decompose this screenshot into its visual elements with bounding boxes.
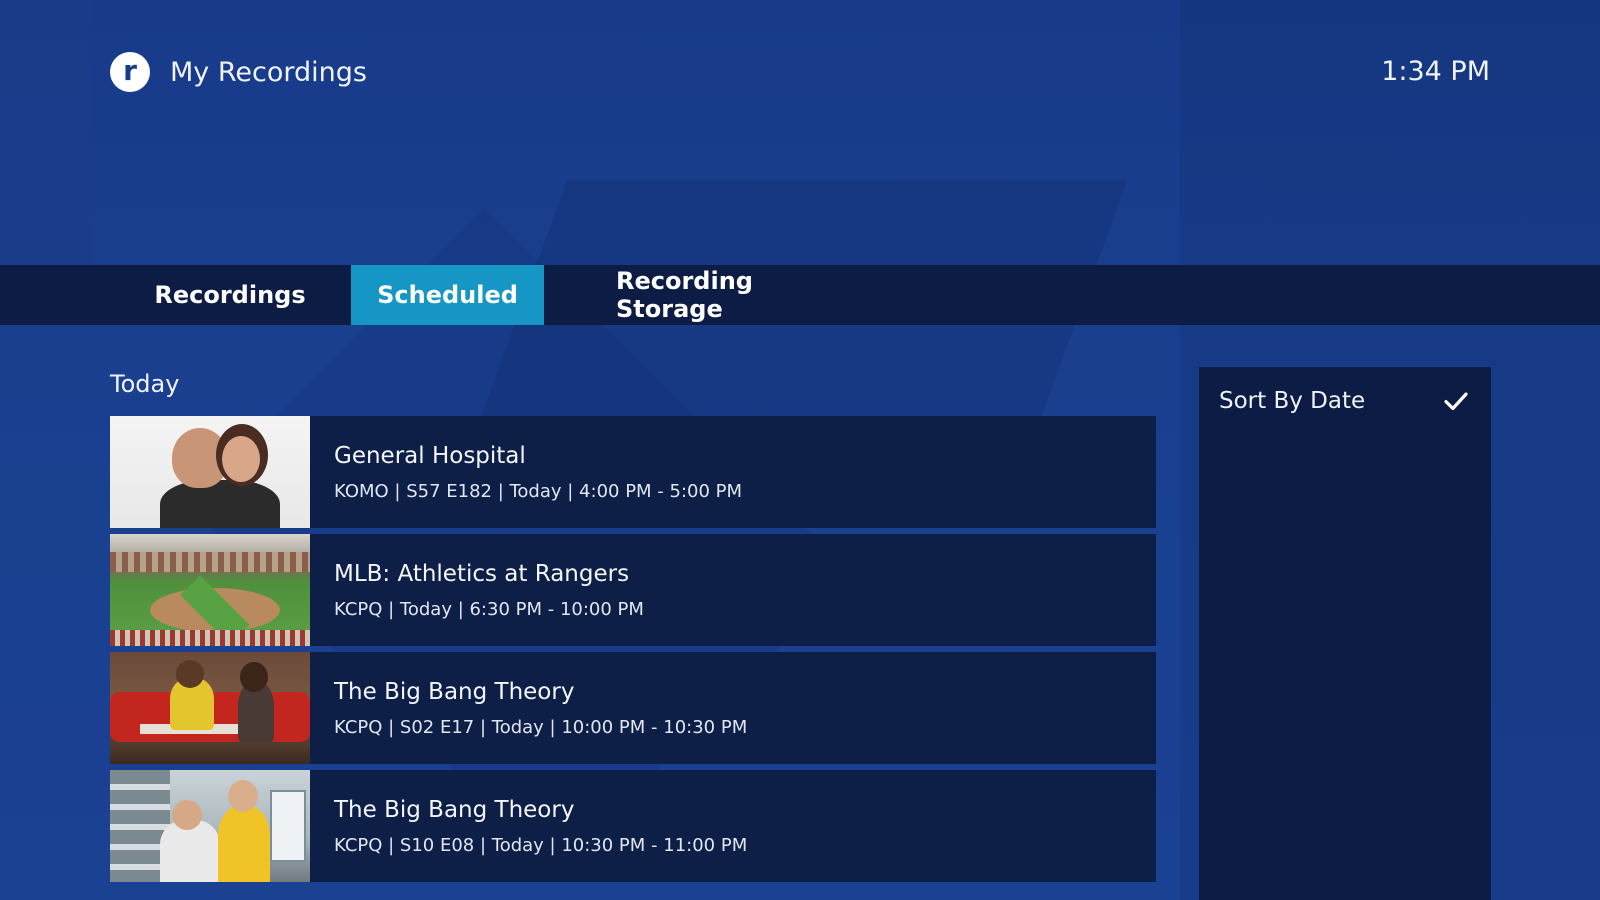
page-title: My Recordings (170, 56, 367, 88)
check-icon (1444, 392, 1468, 411)
item-info: The Big Bang Theory KCPQ | S10 E08 | Tod… (310, 770, 747, 882)
scheduled-list: General Hospital KOMO | S57 E182 | Today… (110, 416, 1156, 888)
item-title: MLB: Athletics at Rangers (334, 560, 630, 587)
sort-option-label: Sort By Date (1219, 388, 1366, 414)
list-item[interactable]: The Big Bang Theory KCPQ | S02 E17 | Tod… (110, 652, 1156, 764)
item-meta: KCPQ | S10 E08 | Today | 10:30 PM - 11:0… (334, 834, 748, 856)
item-title: The Big Bang Theory (334, 796, 575, 823)
item-title: General Hospital (334, 442, 526, 469)
header: r My Recordings (110, 52, 367, 92)
item-info: MLB: Athletics at Rangers KCPQ | Today |… (310, 534, 644, 646)
clock: 1:34 PM (1381, 56, 1490, 87)
section-title: Today (110, 370, 180, 398)
sort-by-date-option[interactable]: Sort By Date (1199, 367, 1491, 435)
list-item[interactable]: MLB: Athletics at Rangers KCPQ | Today |… (110, 534, 1156, 646)
item-info: The Big Bang Theory KCPQ | S02 E17 | Tod… (310, 652, 747, 764)
thumbnail (110, 416, 310, 528)
item-meta: KCPQ | Today | 6:30 PM - 10:00 PM (334, 598, 644, 620)
item-title: The Big Bang Theory (334, 678, 575, 705)
thumbnail (110, 770, 310, 882)
thumbnail (110, 534, 310, 646)
tab-recordings[interactable]: Recordings (109, 265, 351, 325)
list-item[interactable]: General Hospital KOMO | S57 E182 | Today… (110, 416, 1156, 528)
thumbnail (110, 652, 310, 764)
app-logo-icon: r (110, 52, 150, 92)
item-meta: KCPQ | S02 E17 | Today | 10:00 PM - 10:3… (334, 716, 748, 738)
app: r My Recordings 1:34 PM Recordings Sched… (0, 0, 1600, 900)
tab-scheduled[interactable]: Scheduled (351, 265, 544, 325)
list-item[interactable]: The Big Bang Theory KCPQ | S10 E08 | Tod… (110, 770, 1156, 882)
tab-recording-storage[interactable]: Recording Storage (582, 265, 846, 325)
item-info: General Hospital KOMO | S57 E182 | Today… (310, 416, 742, 528)
sort-panel: Sort By Date (1199, 367, 1491, 900)
item-meta: KOMO | S57 E182 | Today | 4:00 PM - 5:00… (334, 480, 743, 502)
tab-bar: Recordings Scheduled Recording Storage (0, 265, 1600, 325)
